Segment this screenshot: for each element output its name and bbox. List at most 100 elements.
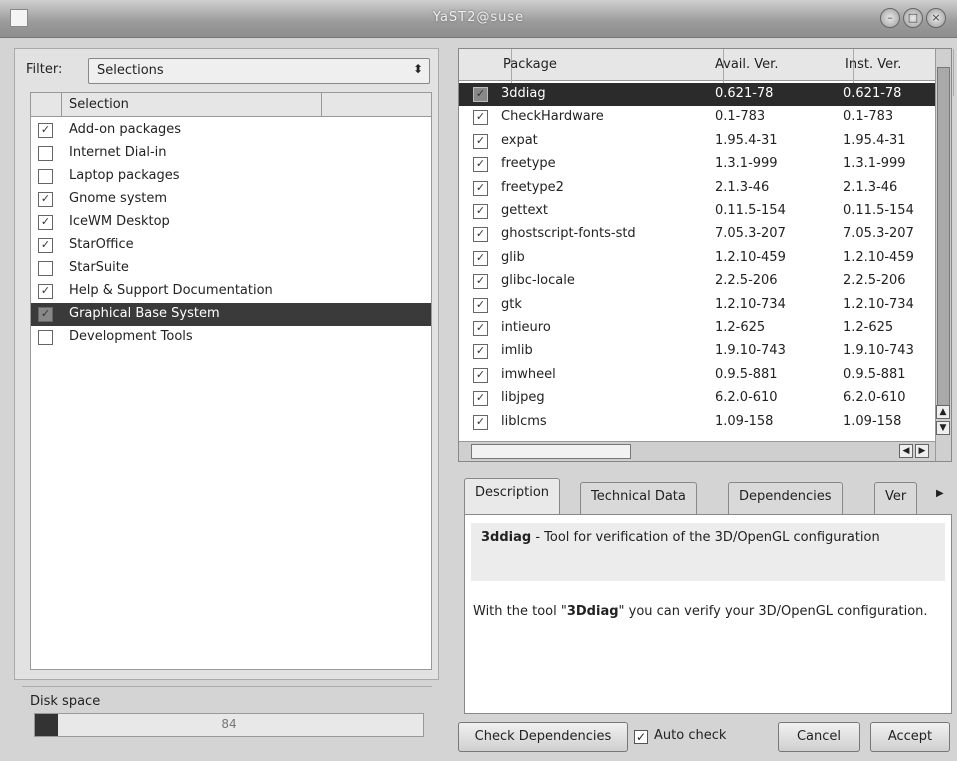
package-name-cell: libjpeg: [501, 390, 545, 406]
package-status-checkbox[interactable]: ✓: [473, 321, 488, 336]
scroll-up-icon[interactable]: ▲: [936, 405, 950, 419]
package-name-cell: glib: [501, 249, 525, 265]
package-row[interactable]: ✓ expat 1.95.4-31 1.95.4-31: [459, 130, 935, 153]
selection-row[interactable]: ✓ Graphical Base System: [31, 303, 431, 326]
package-avail-cell: 1.3.1-999: [715, 156, 778, 172]
tab-scroll-right-icon[interactable]: ▶: [936, 488, 944, 499]
selection-list-header: Selection: [31, 93, 431, 117]
auto-check-checkbox[interactable]: ✓: [634, 730, 648, 744]
package-name-cell: freetype: [501, 156, 556, 172]
description-body-suffix: " you can verify your 3D/OpenGL configur…: [618, 604, 928, 619]
package-inst-cell: 1.2.10-459: [843, 249, 914, 265]
package-inst-cell: 6.2.0-610: [843, 390, 906, 406]
selection-label: Help & Support Documentation: [69, 283, 273, 298]
cancel-button[interactable]: Cancel: [778, 722, 860, 752]
filter-select[interactable]: Selections ⬍: [88, 58, 430, 84]
package-row[interactable]: ✓ liblcms 1.09-158 1.09-158: [459, 411, 935, 434]
package-status-checkbox[interactable]: ✓: [473, 204, 488, 219]
maximize-icon[interactable]: □: [903, 8, 923, 28]
selection-checkbox[interactable]: [38, 261, 53, 276]
package-row[interactable]: ✓ freetype 1.3.1-999 1.3.1-999: [459, 153, 935, 176]
package-name-cell: imwheel: [501, 366, 556, 382]
package-row[interactable]: ✓ intieuro 1.2-625 1.2-625: [459, 317, 935, 340]
package-status-checkbox[interactable]: ✓: [473, 133, 488, 149]
package-avail-cell: 1.2-625: [715, 320, 766, 335]
package-avail-cell: 1.09-158: [715, 413, 774, 429]
accept-button[interactable]: Accept: [870, 722, 950, 752]
vscroll-thumb[interactable]: [937, 67, 950, 407]
minimize-icon[interactable]: –: [880, 8, 900, 28]
package-list[interactable]: Package Avail. Ver. Inst. Ver. ✓ 3ddiag 0.…: [458, 48, 954, 462]
package-status-checkbox[interactable]: ✓: [473, 157, 488, 173]
package-status-checkbox[interactable]: ✓: [473, 297, 488, 313]
package-name-cell: expat: [501, 132, 538, 148]
selection-checkbox[interactable]: ✓: [38, 307, 53, 322]
package-row[interactable]: ✓ ghostscript-fonts-std 7.05.3-207 7.05.3-2…: [459, 223, 935, 246]
package-row[interactable]: ✓ glib 1.2.10-459 1.2.10-459: [459, 247, 935, 270]
package-avail-cell: 0.1-783: [715, 109, 766, 125]
package-row[interactable]: ✓ imwheel 0.9.5-881 0.9.5-881: [459, 364, 935, 387]
selection-row[interactable]: Internet Dial-in: [31, 142, 431, 165]
filter-value: Selections: [97, 63, 164, 78]
selection-checkbox[interactable]: ✓: [38, 215, 53, 230]
package-status-checkbox[interactable]: ✓: [473, 250, 488, 266]
package-name-cell: freetype2: [501, 179, 564, 195]
package-list-hscrollbar[interactable]: ◀ ▶: [459, 441, 935, 461]
package-row[interactable]: ✓ gettext 0.11.5-154 0.11.5-154: [459, 200, 935, 223]
scroll-left-icon[interactable]: ◀: [899, 444, 913, 458]
close-icon[interactable]: ×: [926, 8, 946, 28]
package-status-checkbox[interactable]: ✓: [473, 414, 488, 430]
selection-checkbox[interactable]: ✓: [38, 123, 53, 138]
scroll-down-icon[interactable]: ▼: [936, 421, 950, 435]
package-avail-cell: 1.95.4-31: [715, 132, 778, 148]
scroll-right-icon[interactable]: ▶: [915, 444, 929, 458]
selection-label: IceWM Desktop: [69, 214, 170, 229]
package-status-checkbox[interactable]: ✓: [473, 227, 488, 243]
package-name-cell: liblcms: [501, 413, 547, 429]
package-status-checkbox[interactable]: ✓: [473, 274, 488, 290]
selection-row[interactable]: ✓ Add-on packages: [31, 119, 431, 142]
package-inst-cell: 0.9.5-881: [843, 366, 906, 382]
selection-label: Development Tools: [69, 329, 193, 344]
selection-label: Add-on packages: [69, 122, 182, 137]
selection-checkbox[interactable]: [38, 169, 53, 184]
package-row[interactable]: ✓ freetype2 2.1.3-46 2.1.3-46: [459, 177, 935, 200]
selection-checkbox[interactable]: [38, 330, 53, 345]
selection-row[interactable]: ✓ Gnome system: [31, 188, 431, 211]
package-row[interactable]: ✓ glibc-locale 2.2.5-206 2.2.5-206: [459, 270, 935, 293]
package-inst-cell: 0.621-78: [843, 86, 902, 101]
selection-row[interactable]: ✓ IceWM Desktop: [31, 211, 431, 234]
selection-row[interactable]: Laptop packages: [31, 165, 431, 188]
check-dependencies-button[interactable]: Check Dependencies: [458, 722, 628, 752]
package-row[interactable]: ✓ CheckHardware 0.1-783 0.1-783: [459, 106, 935, 129]
package-row[interactable]: ✓ imlib 1.9.10-743 1.9.10-743: [459, 340, 935, 363]
auto-check-label[interactable]: Auto check: [654, 728, 726, 743]
selection-column-header[interactable]: Selection: [69, 97, 129, 112]
package-status-checkbox[interactable]: ✓: [473, 87, 488, 102]
selection-checkbox[interactable]: ✓: [38, 238, 53, 253]
package-status-checkbox[interactable]: ✓: [473, 367, 488, 383]
package-status-checkbox[interactable]: ✓: [473, 180, 488, 196]
package-list-vscrollbar[interactable]: ▲ ▼: [935, 49, 951, 461]
selection-row[interactable]: ✓ StarOffice: [31, 234, 431, 257]
package-row[interactable]: ✓ libjpeg 6.2.0-610 6.2.0-610: [459, 387, 935, 410]
package-inst-cell: 1.3.1-999: [843, 156, 906, 172]
package-row[interactable]: ✓ gtk 1.2.10-734 1.2.10-734: [459, 294, 935, 317]
description-body-pkg: 3Ddiag: [566, 604, 619, 619]
package-row[interactable]: ✓ 3ddiag 0.621-78 0.621-78: [459, 83, 935, 106]
selection-checkbox[interactable]: [38, 146, 53, 161]
selection-checkbox[interactable]: ✓: [38, 284, 53, 299]
package-status-checkbox[interactable]: ✓: [473, 344, 488, 360]
selection-list[interactable]: Selection ✓ Add-on packages Internet Dial-…: [30, 92, 432, 670]
selection-row[interactable]: StarSuite: [31, 257, 431, 280]
selection-row[interactable]: Development Tools: [31, 326, 431, 349]
package-status-checkbox[interactable]: ✓: [473, 391, 488, 407]
package-status-checkbox[interactable]: ✓: [473, 110, 488, 126]
selection-checkbox[interactable]: ✓: [38, 192, 53, 207]
hscroll-thumb[interactable]: [471, 444, 631, 459]
selection-label: StarOffice: [69, 237, 134, 252]
package-name-cell: intieuro: [501, 320, 551, 335]
description-summary: 3ddiag - Tool for verification of the 3D…: [471, 523, 945, 581]
selection-row[interactable]: ✓ Help & Support Documentation: [31, 280, 431, 303]
package-inst-cell: 0.11.5-154: [843, 203, 914, 218]
